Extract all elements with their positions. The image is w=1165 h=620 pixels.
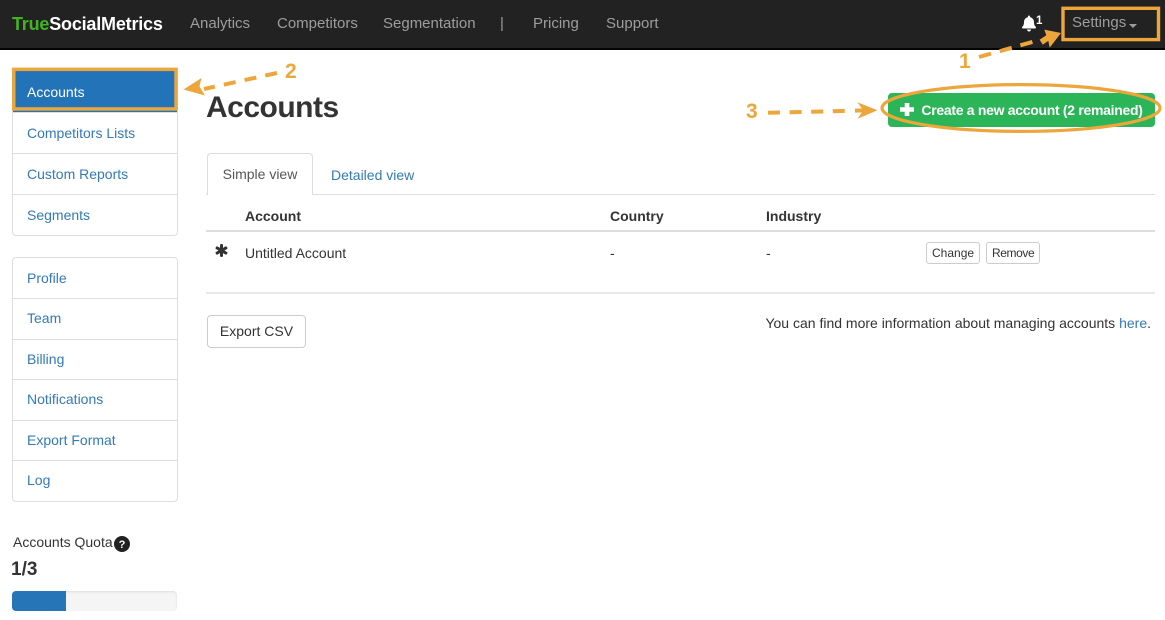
svg-text:?: ? xyxy=(119,539,126,551)
